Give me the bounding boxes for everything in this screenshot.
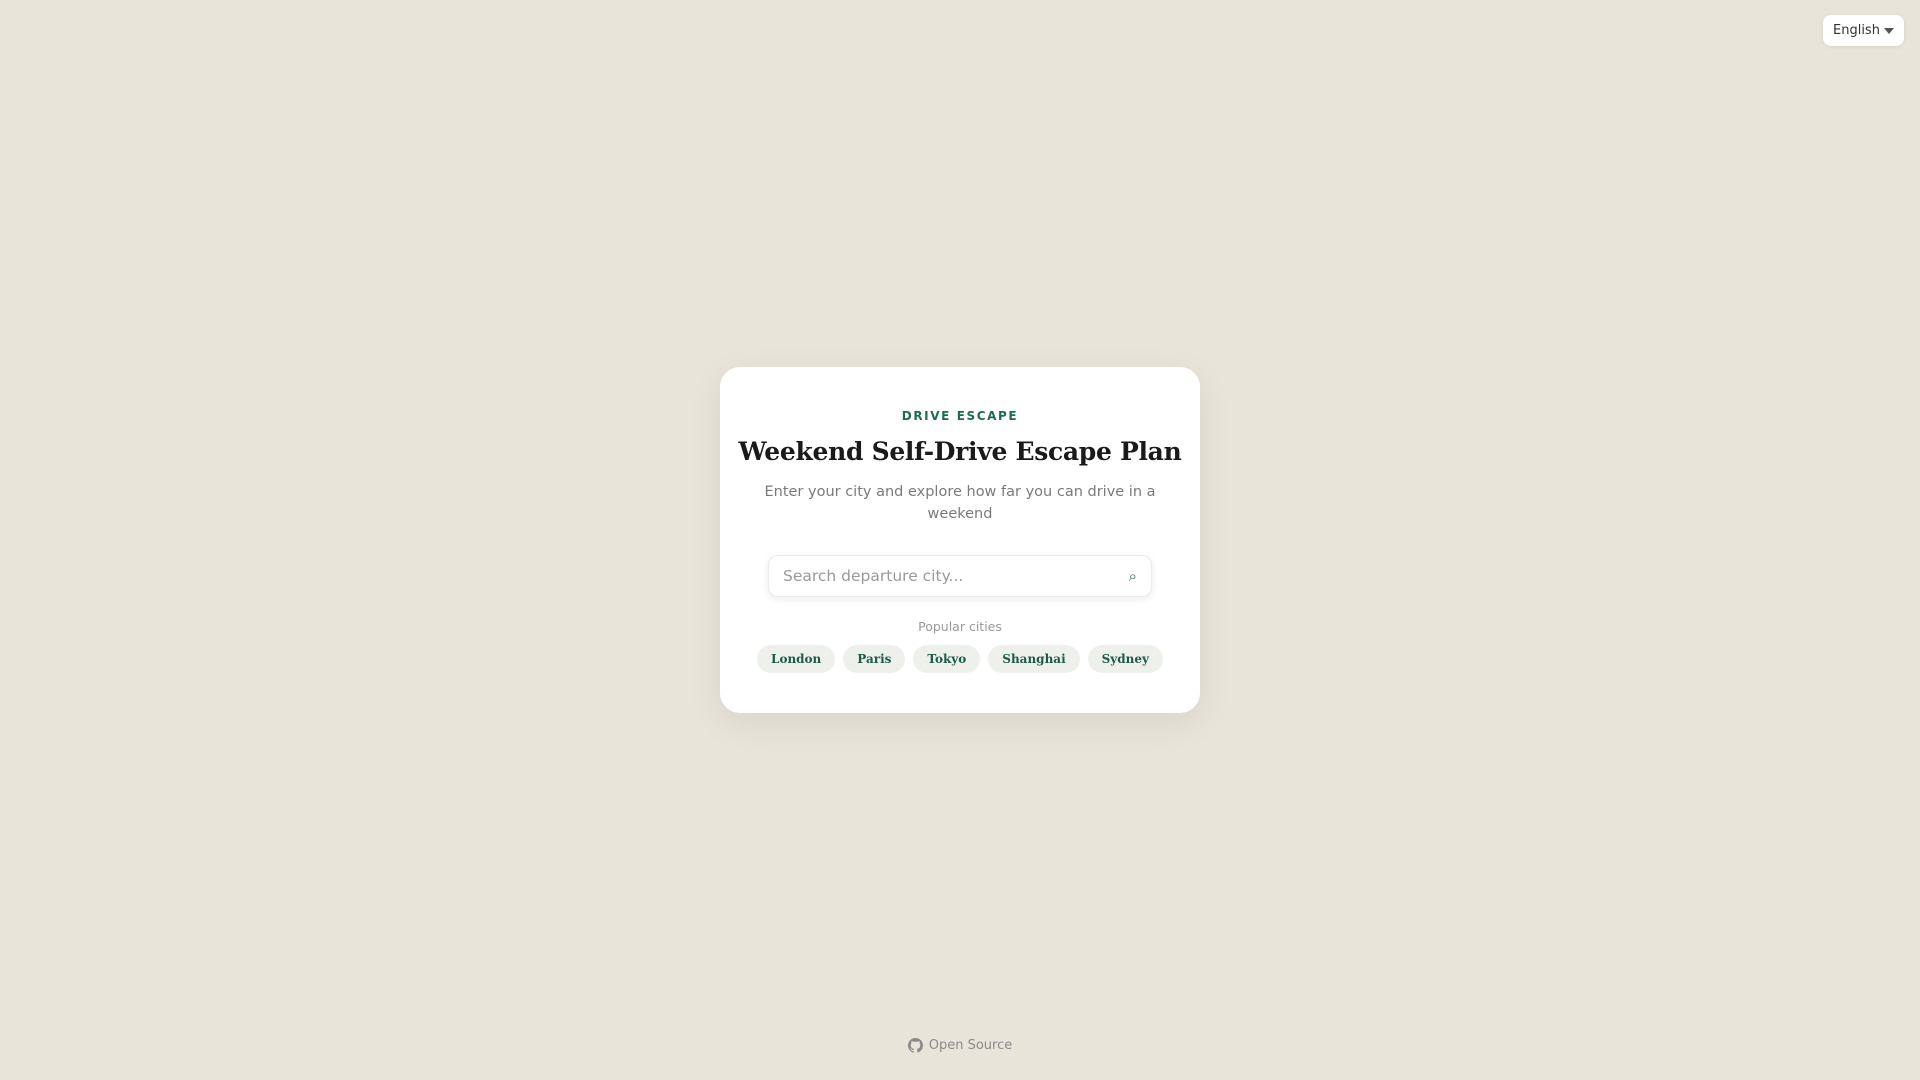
- language-select-value: English: [1833, 23, 1880, 38]
- city-chip-london[interactable]: London: [757, 645, 836, 673]
- page-title: Weekend Self-Drive Escape Plan: [738, 437, 1182, 466]
- page-subtitle: Enter your city and explore how far you …: [764, 484, 1156, 522]
- popular-cities-list: London Paris Tokyo Shanghai Sydney: [720, 645, 1200, 673]
- search-icon[interactable]: ⌕: [1129, 567, 1137, 585]
- city-chip-shanghai[interactable]: Shanghai: [988, 645, 1080, 673]
- open-source-label: Open Source: [928, 1038, 1013, 1053]
- popular-cities-label: Popular cities: [918, 619, 1002, 634]
- search-card: DRIVE ESCAPE Weekend Self-Drive Escape P…: [720, 367, 1200, 713]
- language-select[interactable]: English: [1823, 15, 1904, 46]
- open-source-link[interactable]: Open Source: [907, 1038, 1013, 1053]
- search-input[interactable]: [783, 567, 1123, 585]
- search-box[interactable]: ⌕: [768, 555, 1152, 597]
- brand-eyebrow: DRIVE ESCAPE: [901, 409, 1019, 423]
- city-chip-sydney[interactable]: Sydney: [1087, 645, 1163, 673]
- github-icon: [907, 1038, 923, 1053]
- city-chip-tokyo[interactable]: Tokyo: [913, 645, 981, 673]
- footer: Open Source: [0, 1038, 1920, 1053]
- city-chip-paris[interactable]: Paris: [843, 645, 906, 673]
- chevron-down-icon: [1884, 27, 1894, 34]
